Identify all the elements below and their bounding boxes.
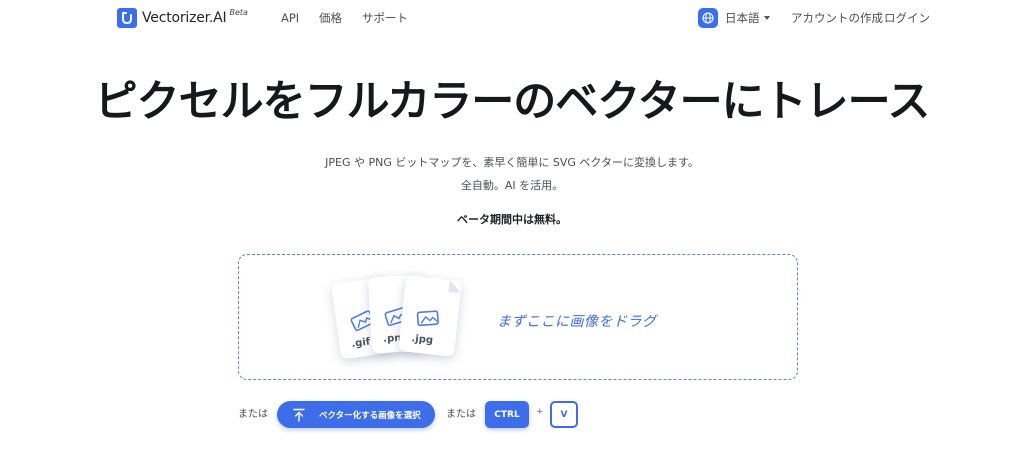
chevron-down-icon xyxy=(763,16,770,20)
v-key-badge: V xyxy=(550,401,578,428)
free-beta-note: ベータ期間中は無料。 xyxy=(457,213,567,226)
brand-logo-link[interactable]: Vectorizer.AI Beta xyxy=(117,8,248,28)
upload-arrow-icon xyxy=(293,408,305,422)
globe-icon xyxy=(698,8,718,28)
create-account-link[interactable]: アカウントの作成 xyxy=(791,10,883,26)
image-file-icon xyxy=(416,310,439,327)
file-card-jpg: .jpg xyxy=(398,275,462,357)
hero-subtitle-2: 全自動。AI を活用。 xyxy=(460,179,564,192)
vectorizer-logo-icon xyxy=(117,8,137,28)
select-image-button[interactable]: ベクター化する画像を選択 xyxy=(277,401,435,428)
dropzone-prompt: まずここに画像をドラグ xyxy=(497,314,657,330)
language-selector[interactable]: 日本語 xyxy=(698,8,770,28)
nav-api-link[interactable]: API xyxy=(281,10,299,26)
or-label-1: または xyxy=(238,409,268,420)
image-dropzone[interactable]: .gif .png .jpg まずここに画像をドラグ xyxy=(238,254,798,380)
plus-sign: + xyxy=(536,407,544,417)
file-type-gif: .gif xyxy=(350,336,371,350)
page-title: ピクセルをフルカラーのベクターにトレース xyxy=(94,77,931,127)
beta-badge: Beta xyxy=(229,8,248,17)
select-image-label: ベクター化する画像を選択 xyxy=(319,410,421,421)
hero-subtitle-1: JPEG や PNG ビットマップを、素早く簡単に SVG ベクターに変換します… xyxy=(325,156,699,169)
language-label: 日本語 xyxy=(725,11,760,25)
login-link[interactable]: ログイン xyxy=(884,10,930,26)
ctrl-key-badge: CTRL xyxy=(485,401,529,428)
file-type-jpg: .jpg xyxy=(410,333,434,347)
nav-pricing-link[interactable]: 価格 xyxy=(319,10,342,26)
or-label-2: または xyxy=(446,409,476,420)
nav-support-link[interactable]: サポート xyxy=(362,10,408,26)
top-nav: Vectorizer.AI Beta API 価格 サポート 日本語 アカウント… xyxy=(0,0,1024,36)
brand-name: Vectorizer.AI xyxy=(142,10,227,26)
